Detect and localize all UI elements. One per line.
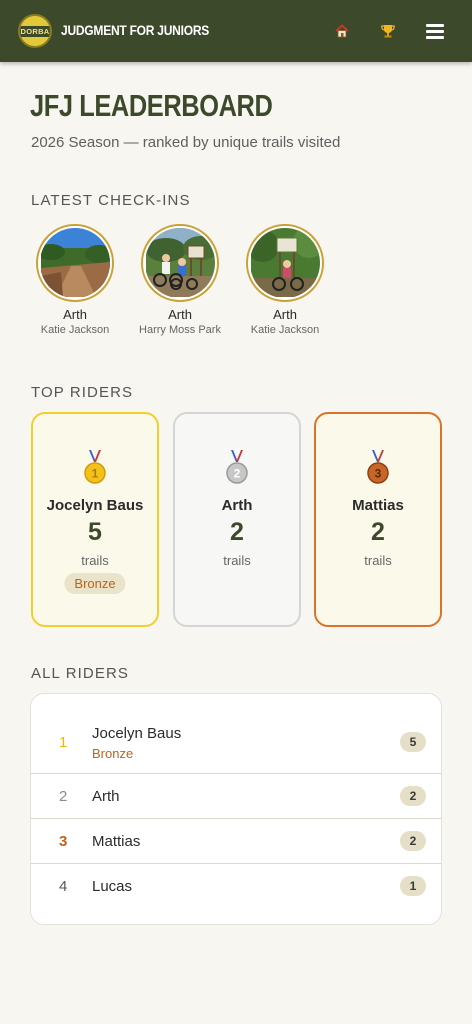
rider-badge: Bronze	[92, 746, 134, 761]
svg-text:1: 1	[92, 467, 99, 481]
checkin-rider: Arth	[63, 307, 87, 322]
podium-name: Mattias	[352, 497, 404, 514]
rank-number: 3	[59, 833, 68, 850]
trail-count-badge: 5	[400, 732, 426, 752]
rank-number: 1	[59, 734, 68, 751]
table-row[interactable]: 4 Lucas 1	[31, 864, 441, 909]
dorba-logo[interactable]: DORBA	[18, 14, 52, 48]
podium-unit: trails	[364, 553, 392, 568]
podium-count: 2	[371, 518, 385, 546]
podium-name: Arth	[221, 497, 253, 514]
podium-unit: trails	[223, 553, 251, 568]
checkin-rider: Arth	[168, 307, 192, 322]
checkin-trail: Katie Jackson	[250, 324, 320, 336]
table-row[interactable]: 1 Jocelyn Baus Bronze 5	[31, 710, 441, 774]
latest-checkins-heading: LATEST CHECK-INS	[31, 192, 191, 209]
riders-list: 1 Jocelyn Baus Bronze 5 2 Arth 2 3 Matti…	[30, 693, 442, 925]
checkin-trail: Katie Jackson	[40, 324, 110, 336]
podium-name: Jocelyn Baus	[46, 497, 144, 514]
rider-name: Arth	[92, 788, 120, 805]
podium-card-third[interactable]: 3 Mattias 2 trails	[314, 412, 442, 627]
checkin-card[interactable]: Arth Katie Jackson	[20, 224, 130, 336]
rider-name: Lucas	[92, 878, 133, 895]
rider-name: Mattias	[92, 833, 141, 850]
menu-icon[interactable]	[424, 20, 446, 42]
all-riders-heading: ALL RIDERS	[31, 665, 129, 682]
podium-card-second[interactable]: 2 Arth 2 trails	[173, 412, 301, 627]
logo-text: DORBA	[20, 25, 50, 37]
trail-count-badge: 2	[400, 786, 426, 806]
gold-medal-icon: 1	[84, 450, 106, 484]
trail-count-badge: 1	[400, 876, 426, 896]
page-title: JFJ LEADERBOARD	[30, 88, 273, 123]
checkin-rider: Arth	[273, 307, 297, 322]
bronze-badge: Bronze	[64, 573, 126, 594]
silver-medal-icon: 2	[226, 450, 248, 484]
checkin-card[interactable]: Arth Katie Jackson	[230, 224, 340, 336]
svg-text:3: 3	[375, 467, 382, 481]
podium-count: 2	[230, 518, 244, 546]
rider-name: Jocelyn Baus	[92, 725, 182, 742]
page-subtitle: 2026 Season — ranked by unique trails vi…	[31, 134, 341, 151]
rank-number: 2	[59, 788, 68, 805]
checkin-trail: Harry Moss Park	[139, 324, 221, 336]
brand-title[interactable]: JUDGMENT FOR JUNIORS	[61, 22, 209, 38]
trail-count-badge: 2	[400, 831, 426, 851]
top-riders-heading: TOP RIDERS	[31, 384, 134, 401]
home-icon[interactable]	[331, 20, 353, 42]
checkin-photo[interactable]	[246, 224, 324, 302]
podium-count: 5	[88, 518, 102, 546]
checkin-photo[interactable]	[36, 224, 114, 302]
checkin-card[interactable]: Arth Harry Moss Park	[125, 224, 235, 336]
podium-card-first[interactable]: 1 Jocelyn Baus 5 trails Bronze	[31, 412, 159, 627]
podium-unit: trails	[81, 553, 109, 568]
svg-text:2: 2	[234, 467, 241, 481]
checkin-photo[interactable]	[141, 224, 219, 302]
trophy-icon[interactable]	[377, 20, 399, 42]
rank-number: 4	[59, 878, 68, 895]
top-navbar: DORBA JUDGMENT FOR JUNIORS	[0, 0, 472, 62]
bronze-medal-icon: 3	[367, 450, 389, 484]
table-row[interactable]: 3 Mattias 2	[31, 819, 441, 864]
table-row[interactable]: 2 Arth 2	[31, 774, 441, 819]
